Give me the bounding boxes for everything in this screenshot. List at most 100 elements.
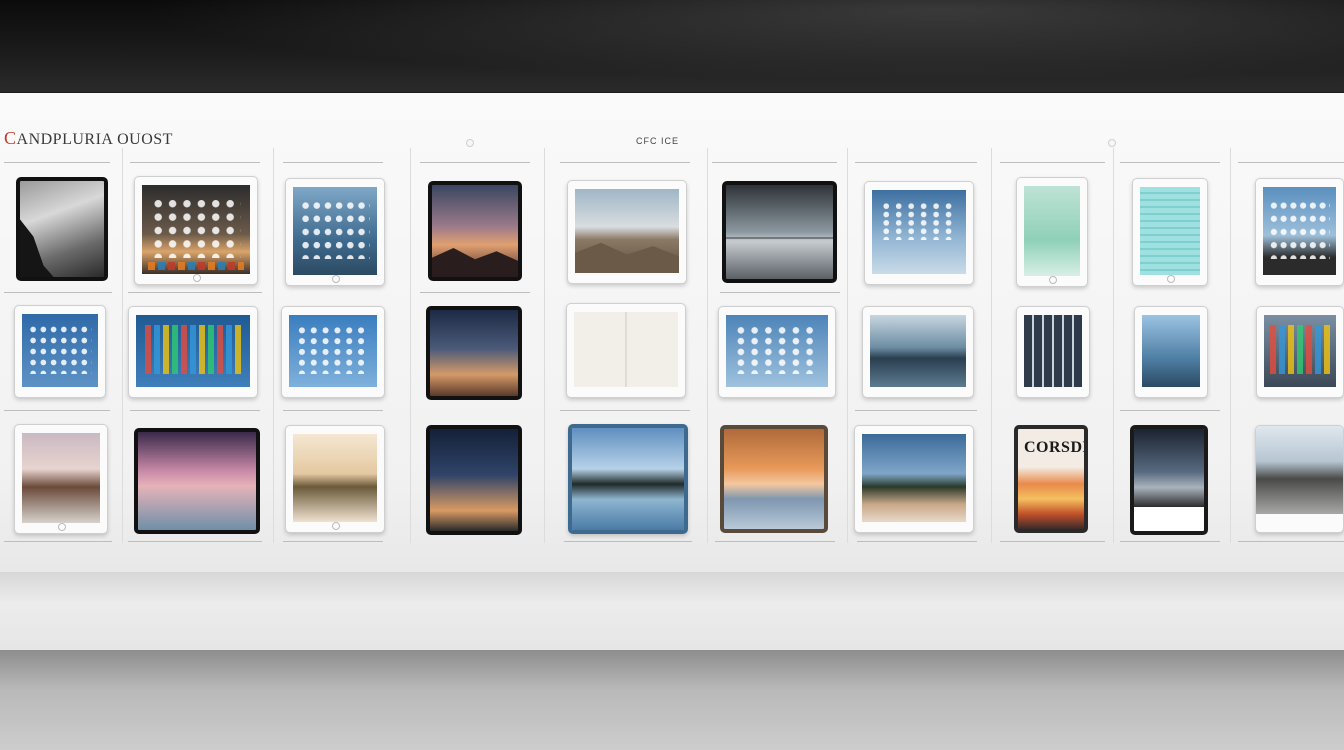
tablet-6[interactable] — [722, 181, 837, 283]
tablet-28[interactable]: CORSDEL — [1014, 425, 1088, 533]
tablet-1[interactable] — [16, 177, 108, 281]
tablet-screen — [1263, 187, 1336, 275]
app-icon-grid — [1268, 199, 1331, 260]
tablet-screen — [138, 432, 256, 530]
tablet-16[interactable] — [718, 306, 836, 398]
row-rule — [1238, 162, 1344, 163]
row-rule — [1238, 541, 1344, 542]
tablet-27[interactable] — [854, 425, 974, 533]
tablet-22[interactable] — [134, 428, 260, 534]
tablet-5[interactable] — [567, 180, 687, 284]
tablet-20[interactable] — [1256, 306, 1344, 398]
row-rule — [560, 162, 690, 163]
row-rule — [283, 410, 383, 411]
row-rule — [712, 162, 837, 163]
row-rule — [420, 162, 530, 163]
top-dark-backdrop — [0, 0, 1344, 93]
row-rule — [1120, 541, 1220, 542]
tablet-10[interactable] — [1255, 178, 1344, 286]
tablet-26[interactable] — [720, 425, 828, 533]
tablet-screen — [1140, 187, 1200, 275]
tablet-screen — [726, 185, 833, 279]
tablet-screen — [432, 185, 518, 277]
column-divider — [544, 148, 545, 543]
tablet-screen — [20, 181, 104, 277]
app-icon-grid — [299, 199, 371, 260]
tablet-8[interactable] — [1016, 177, 1088, 287]
row-rule — [128, 541, 262, 542]
home-button-icon[interactable] — [332, 275, 340, 283]
floor — [0, 650, 1344, 750]
tablet-17[interactable] — [862, 306, 974, 398]
tablet-24[interactable] — [426, 425, 522, 535]
tablet-9[interactable] — [1132, 178, 1208, 286]
tablet-19[interactable] — [1134, 306, 1208, 398]
tablet-18[interactable] — [1016, 306, 1090, 398]
tablet-25[interactable] — [568, 424, 688, 534]
app-icon-grid — [879, 201, 959, 241]
tablet-screen — [1142, 315, 1200, 387]
home-button-icon[interactable] — [58, 523, 66, 531]
tablet-screen — [1024, 186, 1080, 276]
tablet-screen — [289, 315, 377, 387]
tablet-screen — [726, 315, 828, 387]
home-button-icon[interactable] — [1167, 275, 1175, 283]
row-rule — [4, 292, 112, 293]
tablet-7[interactable] — [864, 181, 974, 285]
row-rule — [857, 541, 977, 542]
tablet-11[interactable] — [14, 305, 106, 398]
row-rule — [420, 292, 530, 293]
horizon-line — [726, 236, 833, 239]
row-rule — [720, 292, 840, 293]
tablet-screen — [575, 189, 679, 273]
tablet-23[interactable] — [285, 425, 385, 533]
column-divider — [707, 148, 708, 543]
tablet-screen — [724, 429, 824, 529]
tablet-screen — [430, 310, 518, 396]
tablet-screen — [572, 428, 684, 530]
tablet-screen — [1264, 315, 1336, 387]
tablet-15[interactable] — [566, 303, 686, 398]
tablet-21[interactable] — [14, 424, 108, 534]
row-rule — [130, 162, 260, 163]
tablet-screen — [22, 433, 100, 523]
tablet-screen — [574, 312, 678, 387]
hills-silhouette — [432, 248, 518, 277]
tablet-4[interactable] — [428, 181, 522, 281]
row-rule — [715, 541, 835, 542]
app-dock — [148, 261, 244, 271]
home-button-icon[interactable] — [193, 274, 201, 282]
tablet-screen — [136, 315, 250, 387]
row-rule — [128, 292, 262, 293]
title-text: ANDPLURIA OUOST — [16, 131, 173, 148]
row-rule — [283, 162, 383, 163]
app-icon-grid — [28, 324, 92, 374]
row-rule — [1120, 410, 1220, 411]
home-button-icon[interactable] — [332, 522, 340, 530]
app-icon-grid — [150, 197, 242, 258]
column-divider — [410, 148, 411, 543]
tablet-13[interactable] — [281, 306, 385, 398]
road-ground — [575, 242, 679, 273]
tablet-14[interactable] — [426, 306, 522, 400]
row-rule — [1120, 162, 1220, 163]
app-icon-grid — [145, 325, 241, 375]
tablet-12[interactable] — [128, 306, 258, 398]
tablet-screen — [293, 187, 377, 275]
tablet-2[interactable] — [134, 176, 258, 285]
pin-dot — [466, 139, 474, 147]
tablet-3[interactable] — [285, 178, 385, 286]
tablet-30[interactable] — [1255, 425, 1344, 533]
home-button-icon[interactable] — [1049, 276, 1057, 284]
row-rule — [1000, 541, 1105, 542]
row-rule — [283, 541, 383, 542]
tablet-screen — [1256, 426, 1343, 514]
board-code: CFC ICE — [636, 136, 679, 146]
row-rule — [855, 162, 977, 163]
app-icon-grid — [734, 325, 820, 375]
title-accent-letter: C — [4, 128, 17, 148]
tablet-29[interactable] — [1130, 425, 1208, 535]
row-rule — [564, 541, 692, 542]
column-divider — [991, 148, 992, 543]
column-divider — [1230, 148, 1231, 543]
